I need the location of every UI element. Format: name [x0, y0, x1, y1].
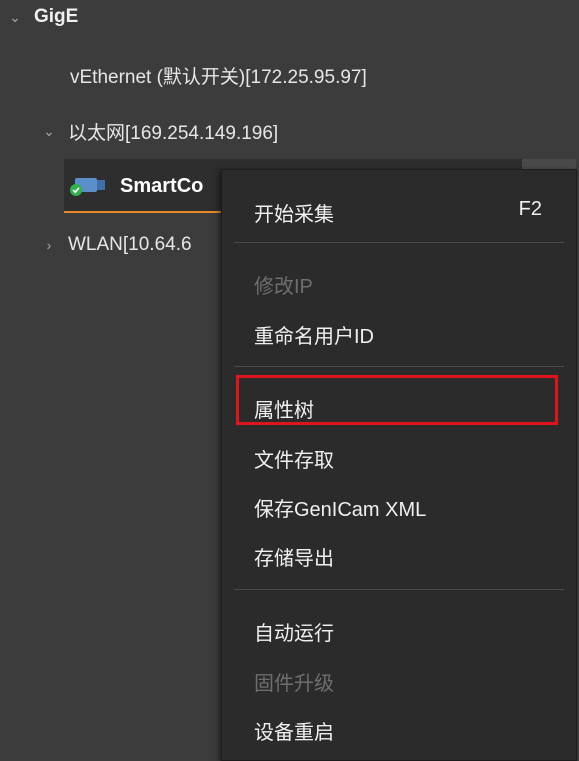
menu-item-rename-user-id[interactable]: 重命名用户ID	[254, 320, 374, 349]
menu-item-auto-run[interactable]: 自动运行	[254, 617, 334, 646]
tree-node-label: GigE	[34, 6, 79, 27]
menu-item-save-genicam-xml[interactable]: 保存GenICam XML	[254, 493, 426, 522]
menu-item-modify-ip: 修改IP	[254, 276, 313, 298]
menu-separator	[234, 589, 564, 590]
tree-node-label: vEthernet (默认开关)[172.25.95.97]	[70, 67, 367, 88]
tree-node-gige[interactable]: ⌄ GigE	[8, 6, 78, 28]
device-label: SmartCo	[120, 175, 204, 197]
menu-item-storage-export[interactable]: 存储导出	[254, 542, 334, 571]
menu-separator	[234, 366, 564, 367]
chevron-right-icon[interactable]: ›	[42, 237, 56, 253]
camera-icon	[70, 178, 105, 196]
context-menu: 开始采集 F2 修改IP 重命名用户ID 属性树 文件存取 保存GenICam …	[221, 169, 577, 761]
menu-item-device-reboot[interactable]: 设备重启	[254, 716, 334, 745]
tree-node-label: WLAN[10.64.6	[68, 234, 192, 255]
tree-node-label: 以太网[169.254.149.196]	[68, 123, 279, 144]
menu-item-property-tree[interactable]: 属性树	[254, 394, 314, 423]
menu-item-firmware-upgrade: 固件升级	[254, 673, 334, 695]
menu-item-file-access[interactable]: 文件存取	[254, 444, 334, 473]
chevron-down-icon[interactable]: ⌄	[8, 9, 22, 26]
menu-item-shortcut: F2	[518, 198, 542, 220]
chevron-down-icon[interactable]: ⌄	[42, 123, 56, 140]
menu-item-start-acquisition[interactable]: 开始采集	[254, 198, 334, 227]
tree-node-vethernet[interactable]: vEthernet (默认开关)[172.25.95.97]	[70, 62, 367, 89]
tree-node-wlan[interactable]: › WLAN[10.64.6	[42, 234, 192, 256]
menu-separator	[234, 242, 564, 243]
tree-node-ethernet[interactable]: ⌄ 以太网[169.254.149.196]	[42, 118, 278, 145]
